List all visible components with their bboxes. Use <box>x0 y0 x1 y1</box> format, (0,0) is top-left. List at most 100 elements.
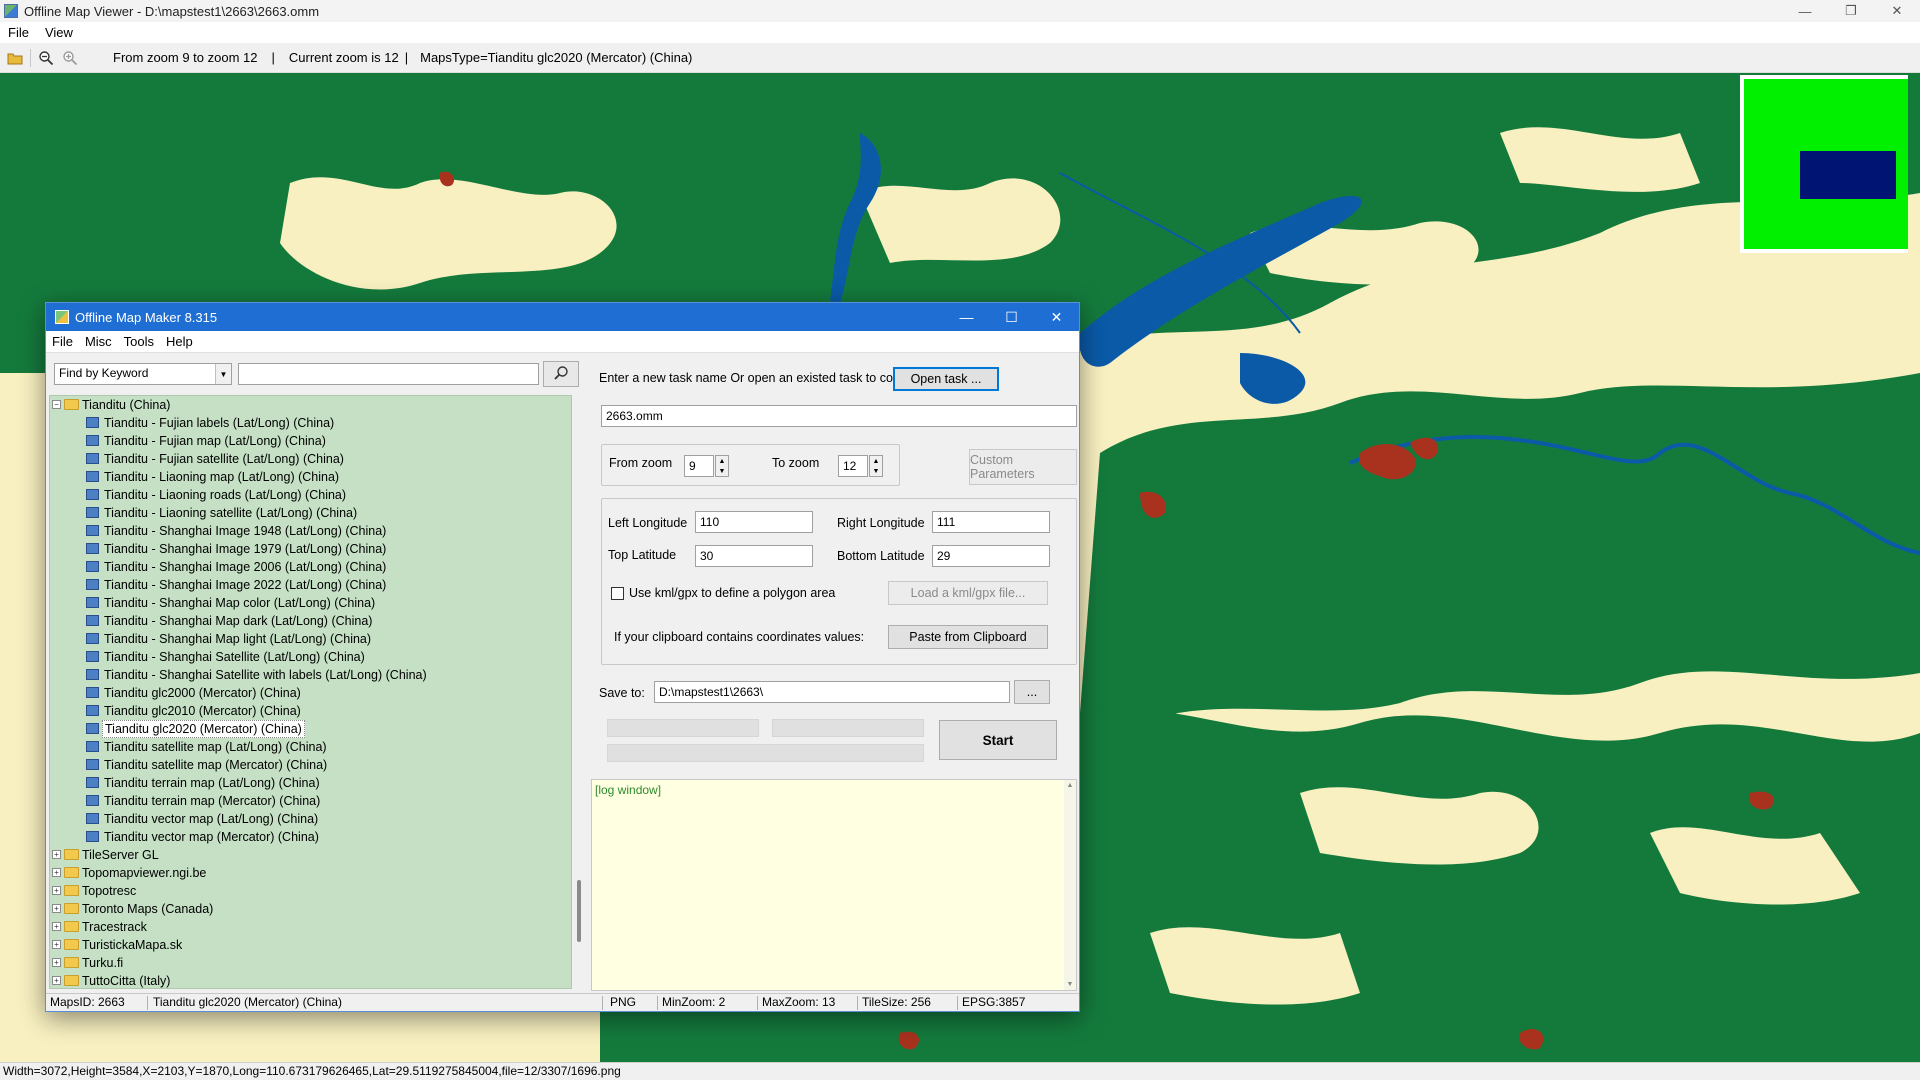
tree-scrollbar[interactable] <box>574 395 586 989</box>
scroll-up-icon[interactable]: ▲ <box>1064 780 1076 789</box>
chevron-down-icon[interactable]: ▼ <box>215 364 231 384</box>
collapse-icon[interactable]: − <box>52 400 61 409</box>
browse-button[interactable]: ... <box>1014 680 1050 704</box>
tree-item[interactable]: Tianditu glc2000 (Mercator) (China) <box>50 684 571 702</box>
tree-item[interactable]: Tianditu - Shanghai Image 1948 (Lat/Long… <box>50 522 571 540</box>
save-path-input[interactable]: D:\mapstest1\2663\ <box>654 681 1010 703</box>
custom-parameters-button[interactable]: Custom Parameters <box>969 449 1077 485</box>
dialog-statusbar: MapsID: 2663 Tianditu glc2020 (Mercator)… <box>46 993 1079 1011</box>
tree-folder[interactable]: + Topotresc <box>50 882 571 900</box>
tree-item-label: Tianditu terrain map (Lat/Long) (China) <box>104 776 320 790</box>
folder-icon <box>64 867 79 878</box>
log-scrollbar[interactable]: ▲ ▼ <box>1064 780 1076 990</box>
tree-item[interactable]: Tianditu - Shanghai Image 2022 (Lat/Long… <box>50 576 571 594</box>
expand-icon[interactable]: + <box>52 922 61 931</box>
dialog-menu-help[interactable]: Help <box>160 334 199 349</box>
to-zoom-stepper[interactable]: ▲ ▼ <box>869 455 883 477</box>
dialog-titlebar[interactable]: Offline Map Maker 8.315 — ☐ ✕ <box>46 303 1079 331</box>
task-name-input[interactable]: 2663.omm <box>601 405 1077 427</box>
tree-folder[interactable]: + TuttoCitta (Italy) <box>50 972 571 988</box>
overview-minimap[interactable] <box>1740 75 1908 253</box>
overview-viewport-rect[interactable] <box>1800 151 1896 199</box>
expand-icon[interactable]: + <box>52 976 61 985</box>
stepper-up-icon[interactable]: ▲ <box>716 456 728 466</box>
left-longitude-input[interactable]: 110 <box>695 511 813 533</box>
kml-polygon-checkbox[interactable] <box>611 587 624 600</box>
tree-item[interactable]: Tianditu - Shanghai Map dark (Lat/Long) … <box>50 612 571 630</box>
zoom-out-icon[interactable] <box>37 49 55 67</box>
start-button[interactable]: Start <box>939 720 1057 760</box>
search-icon <box>553 365 569 384</box>
dialog-close-button[interactable]: ✕ <box>1034 303 1079 331</box>
tree-item[interactable]: Tianditu - Liaoning roads (Lat/Long) (Ch… <box>50 486 571 504</box>
to-zoom-input[interactable]: 12 <box>838 455 868 477</box>
tree-item[interactable]: Tianditu - Fujian satellite (Lat/Long) (… <box>50 450 571 468</box>
dialog-menu-tools[interactable]: Tools <box>118 334 160 349</box>
tree-folder[interactable]: + Tracestrack <box>50 918 571 936</box>
tree-folder[interactable]: + Turku.fi <box>50 954 571 972</box>
tree-item[interactable]: Tianditu terrain map (Mercator) (China) <box>50 792 571 810</box>
status-bar: Width=3072,Height=3584,X=2103,Y=1870,Lon… <box>0 1062 1920 1080</box>
bottom-latitude-input[interactable]: 29 <box>932 545 1050 567</box>
expand-icon[interactable]: + <box>52 940 61 949</box>
tree-item[interactable]: Tianditu - Liaoning satellite (Lat/Long)… <box>50 504 571 522</box>
tree-folder[interactable]: + Toronto Maps (Canada) <box>50 900 571 918</box>
top-latitude-input[interactable]: 30 <box>695 545 813 567</box>
tree-item[interactable]: Tianditu - Fujian labels (Lat/Long) (Chi… <box>50 414 571 432</box>
stepper-down-icon[interactable]: ▼ <box>716 466 728 476</box>
stepper-up-icon[interactable]: ▲ <box>870 456 882 466</box>
tree-folder[interactable]: + Topomapviewer.ngi.be <box>50 864 571 882</box>
tree-item-label: Tianditu glc2000 (Mercator) (China) <box>104 686 301 700</box>
search-input[interactable] <box>238 363 539 385</box>
expand-icon[interactable]: + <box>52 868 61 877</box>
open-folder-icon[interactable] <box>6 49 24 67</box>
tree-item[interactable]: Tianditu vector map (Mercator) (China) <box>50 828 571 846</box>
menu-file[interactable]: File <box>0 25 37 40</box>
tree-item[interactable]: Tianditu - Shanghai Map light (Lat/Long)… <box>50 630 571 648</box>
dialog-menu-file[interactable]: File <box>46 334 79 349</box>
scroll-down-icon[interactable]: ▼ <box>1064 981 1076 988</box>
menu-view[interactable]: View <box>37 25 81 40</box>
tree-item[interactable]: Tianditu - Shanghai Image 2006 (Lat/Long… <box>50 558 571 576</box>
expand-icon[interactable]: + <box>52 958 61 967</box>
find-mode-select[interactable]: Find by Keyword ▼ <box>54 363 232 385</box>
tree-item[interactable]: Tianditu terrain map (Lat/Long) (China) <box>50 774 571 792</box>
log-window[interactable]: [log window] ▲ ▼ <box>591 779 1077 991</box>
tree-scrollbar-thumb[interactable] <box>577 880 581 942</box>
tree-item[interactable]: Tianditu satellite map (Mercator) (China… <box>50 756 571 774</box>
load-kml-button[interactable]: Load a kml/gpx file... <box>888 581 1048 605</box>
tree-item[interactable]: Tianditu - Shanghai Map color (Lat/Long)… <box>50 594 571 612</box>
minimize-button[interactable]: — <box>1782 0 1828 22</box>
expand-icon[interactable]: + <box>52 886 61 895</box>
paste-clipboard-button[interactable]: Paste from Clipboard <box>888 625 1048 649</box>
close-button[interactable]: ✕ <box>1874 0 1920 22</box>
search-button[interactable] <box>543 361 579 387</box>
dialog-minimize-button[interactable]: — <box>944 303 989 331</box>
tree-item[interactable]: Tianditu - Shanghai Satellite with label… <box>50 666 571 684</box>
dialog-menu-misc[interactable]: Misc <box>79 334 118 349</box>
expand-icon[interactable]: + <box>52 904 61 913</box>
map-source-tree[interactable]: − Tianditu (China) Tianditu - Fujian label… <box>49 395 572 989</box>
tree-item[interactable]: Tianditu - Shanghai Satellite (Lat/Long)… <box>50 648 571 666</box>
tree-item[interactable]: Tianditu glc2020 (Mercator) (China) <box>50 720 571 738</box>
tree-folder[interactable]: + TuristickaMapa.sk <box>50 936 571 954</box>
tree-item[interactable]: Tianditu glc2010 (Mercator) (China) <box>50 702 571 720</box>
tree-item[interactable]: Tianditu satellite map (Lat/Long) (China… <box>50 738 571 756</box>
zoom-in-icon[interactable] <box>61 49 79 67</box>
tree-item[interactable]: Tianditu - Liaoning map (Lat/Long) (Chin… <box>50 468 571 486</box>
stepper-down-icon[interactable]: ▼ <box>870 466 882 476</box>
from-zoom-stepper[interactable]: ▲ ▼ <box>715 455 729 477</box>
tree-item[interactable]: Tianditu - Fujian map (Lat/Long) (China) <box>50 432 571 450</box>
tree-item[interactable]: Tianditu - Shanghai Image 1979 (Lat/Long… <box>50 540 571 558</box>
open-task-button[interactable]: Open task ... <box>893 367 999 391</box>
right-longitude-input[interactable]: 111 <box>932 511 1050 533</box>
dialog-maximize-button[interactable]: ☐ <box>989 303 1034 331</box>
tree-folder[interactable]: − Tianditu (China) <box>50 396 571 414</box>
restore-button[interactable]: ❐ <box>1828 0 1874 22</box>
map-source-pane: Find by Keyword ▼ − Tianditu (China) Tiand… <box>46 353 586 993</box>
from-zoom-input[interactable]: 9 <box>684 455 714 477</box>
expand-icon[interactable]: + <box>52 850 61 859</box>
tree-item[interactable]: Tianditu vector map (Lat/Long) (China) <box>50 810 571 828</box>
main-menubar: File View <box>0 22 1920 43</box>
tree-folder[interactable]: + TileServer GL <box>50 846 571 864</box>
